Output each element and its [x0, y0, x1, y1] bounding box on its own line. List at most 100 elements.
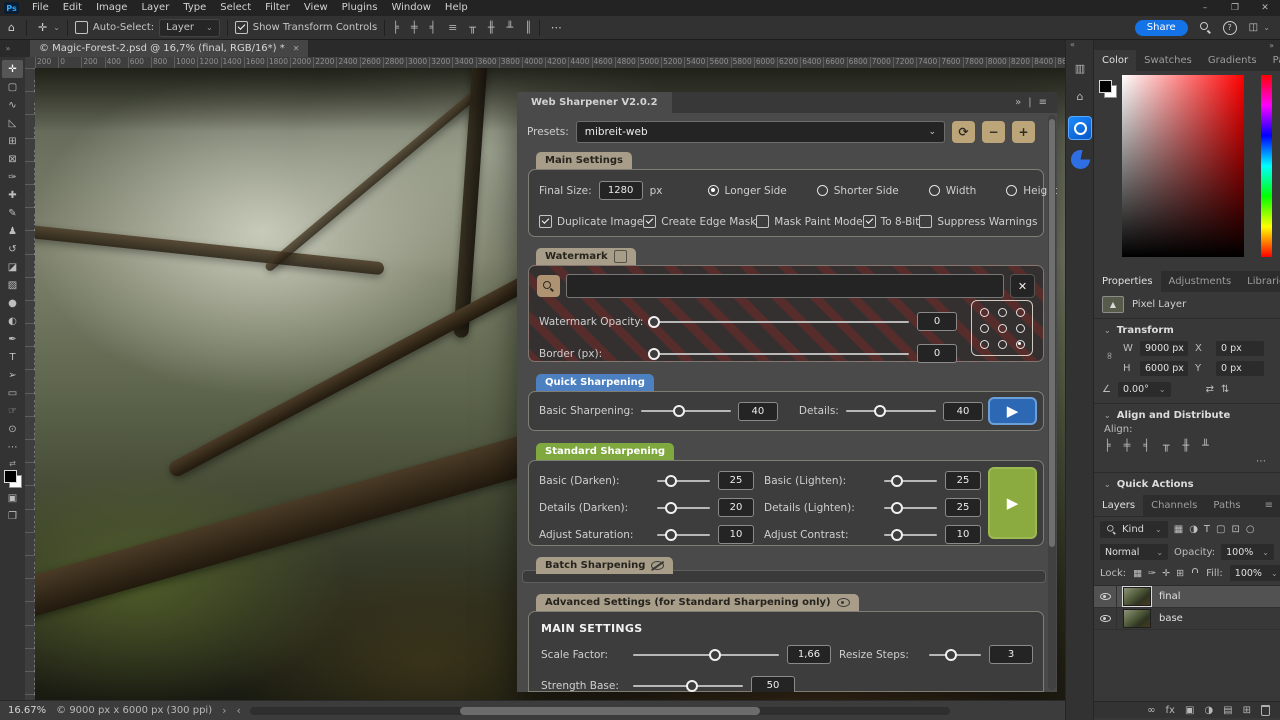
scrollbar-thumb[interactable]: [460, 707, 760, 715]
size-mode-radio[interactable]: Longer Side: [708, 185, 787, 197]
align-center-v-icon[interactable]: ╫: [488, 21, 495, 34]
quick-mask-tool[interactable]: ▣: [2, 489, 23, 507]
dialog-title-tab[interactable]: Web Sharpener V2.0.2: [517, 92, 672, 113]
border-slider[interactable]: [649, 353, 909, 355]
watermark-position-radio[interactable]: [980, 340, 989, 349]
auto-select-target-dropdown[interactable]: Layer ⌄: [159, 19, 220, 37]
filter-shape-icon[interactable]: ▢: [1216, 524, 1225, 535]
strength-base-slider[interactable]: [633, 685, 743, 687]
watermark-position-radio[interactable]: [1016, 340, 1025, 349]
scale-factor-slider[interactable]: [633, 654, 779, 656]
menu-item[interactable]: File: [25, 0, 56, 16]
more-options-icon[interactable]: ⋯: [547, 21, 566, 34]
quick-actions-section-header[interactable]: ⌄ Quick Actions: [1094, 477, 1280, 492]
menu-item[interactable]: Edit: [56, 0, 89, 16]
close-tab-icon[interactable]: ✕: [293, 44, 300, 53]
lock-paint-icon[interactable]: ✑: [1148, 568, 1156, 579]
slider-knob[interactable]: [648, 316, 660, 328]
parameter-value[interactable]: 10: [718, 525, 754, 544]
search-icon[interactable]: [1200, 22, 1211, 33]
blend-mode-dropdown[interactable]: Normal ⌄: [1100, 544, 1168, 560]
slider-knob[interactable]: [945, 649, 957, 661]
size-mode-radio[interactable]: Shorter Side: [817, 185, 899, 197]
distribute-h-icon[interactable]: ≡: [448, 21, 457, 34]
panel-menu-icon[interactable]: ≡: [1039, 97, 1047, 108]
swap-colors-icon[interactable]: ⇄: [9, 459, 16, 468]
zoom-tool[interactable]: ⊙: [2, 420, 23, 438]
remove-preset-button[interactable]: −: [982, 121, 1005, 143]
watermark-position-radio[interactable]: [1016, 324, 1025, 333]
document-tab[interactable]: © Magic-Forest-2.psd @ 16,7% (final, RGB…: [30, 40, 308, 57]
final[interactable]: final: [1094, 586, 1280, 608]
add-preset-button[interactable]: +: [1012, 121, 1035, 143]
layer-effects-icon[interactable]: fx: [1166, 705, 1175, 716]
menu-item[interactable]: Help: [438, 0, 475, 16]
delete-layer-icon[interactable]: [1261, 705, 1270, 716]
layer-filter-dropdown[interactable]: Kind ⌄: [1100, 521, 1168, 538]
hue-slider[interactable]: [1261, 75, 1272, 257]
watermark-file-input[interactable]: [566, 274, 1004, 298]
dodge-tool[interactable]: ◐: [2, 312, 23, 330]
align-top-icon[interactable]: ╥: [469, 21, 476, 34]
details-slider[interactable]: [846, 410, 936, 412]
marquee-tool[interactable]: ▢: [2, 78, 23, 96]
align-bottom-icon[interactable]: ╨: [1202, 439, 1209, 452]
lock-transparency-icon[interactable]: ▦: [1133, 568, 1142, 579]
crop-tool[interactable]: ⊞: [2, 132, 23, 150]
flip-vertical-icon[interactable]: ⇅: [1221, 384, 1229, 395]
panel-tab[interactable]: Properties: [1094, 271, 1161, 292]
option-checkbox[interactable]: Suppress Warnings: [919, 215, 1037, 228]
parameter-value[interactable]: 20: [718, 498, 754, 517]
resize-steps-slider[interactable]: [929, 654, 981, 656]
move-tool-preset-icon[interactable]: ✛: [34, 21, 51, 34]
link-layers-icon[interactable]: ∞: [1147, 705, 1155, 716]
panel-tab[interactable]: Layers: [1094, 495, 1143, 516]
panel-tab[interactable]: Libraries: [1239, 271, 1280, 292]
close-button[interactable]: ✕: [1250, 0, 1280, 16]
watermark-opacity-slider[interactable]: [649, 321, 909, 323]
type-tool[interactable]: T: [2, 348, 23, 366]
screen-mode-tool[interactable]: ❐: [2, 507, 23, 525]
filter-pixel-icon[interactable]: ▦: [1174, 524, 1183, 535]
fill-dropdown[interactable]: 100% ⌄: [1230, 565, 1280, 581]
align-right-icon[interactable]: ╡: [1143, 439, 1150, 452]
lasso-tool[interactable]: ∿: [2, 96, 23, 114]
run-quick-sharpening-button[interactable]: ▶: [988, 397, 1037, 425]
layer-mask-icon[interactable]: ▣: [1185, 705, 1194, 716]
menu-item[interactable]: Plugins: [335, 0, 385, 16]
parameter-slider[interactable]: [657, 480, 710, 482]
align-section-header[interactable]: ⌄ Align and Distribute: [1094, 408, 1280, 423]
color-swatches[interactable]: [1098, 79, 1118, 99]
auto-select-checkbox[interactable]: Auto-Select:: [75, 21, 154, 34]
slider-knob[interactable]: [891, 502, 903, 514]
dialog-scrollbar[interactable]: [1048, 115, 1056, 690]
panel-tab[interactable]: Gradients: [1200, 50, 1265, 71]
parameter-value[interactable]: 10: [945, 525, 981, 544]
collapse-panels-icon[interactable]: »: [1269, 41, 1274, 50]
watermark-opacity-value[interactable]: 0: [917, 312, 957, 331]
chevron-down-icon[interactable]: ⌄: [53, 23, 60, 32]
layer-visibility-toggle[interactable]: [1094, 586, 1117, 607]
watermark-position-radio[interactable]: [980, 324, 989, 333]
option-checkbox[interactable]: To 8-Bit: [863, 215, 920, 228]
option-checkbox[interactable]: Create Edge Mask: [643, 215, 756, 228]
slider-knob[interactable]: [665, 475, 677, 487]
base[interactable]: base: [1094, 608, 1280, 630]
parameter-slider[interactable]: [884, 507, 937, 509]
align-left-icon[interactable]: ╞: [392, 21, 399, 34]
sync-preset-button[interactable]: ⟳: [952, 121, 975, 143]
batch-sharpening-tab[interactable]: Batch Sharpening: [536, 557, 673, 574]
brush-tool[interactable]: ✎: [2, 204, 23, 222]
menu-item[interactable]: Image: [89, 0, 134, 16]
eye-icon[interactable]: [837, 598, 850, 607]
scale-factor-value[interactable]: 1,66: [787, 645, 831, 664]
main-settings-tab[interactable]: Main Settings: [536, 152, 632, 169]
rotation-field[interactable]: 0.00° ⌄: [1118, 382, 1171, 397]
basic-sharpening-value[interactable]: 40: [738, 402, 778, 421]
menu-item[interactable]: Window: [384, 0, 437, 16]
tab-overflow-icon[interactable]: »: [0, 40, 16, 57]
watermark-position-radio[interactable]: [998, 308, 1007, 317]
parameter-slider[interactable]: [884, 480, 937, 482]
path-selection-tool[interactable]: ➢: [2, 366, 23, 384]
menu-item[interactable]: View: [297, 0, 335, 16]
